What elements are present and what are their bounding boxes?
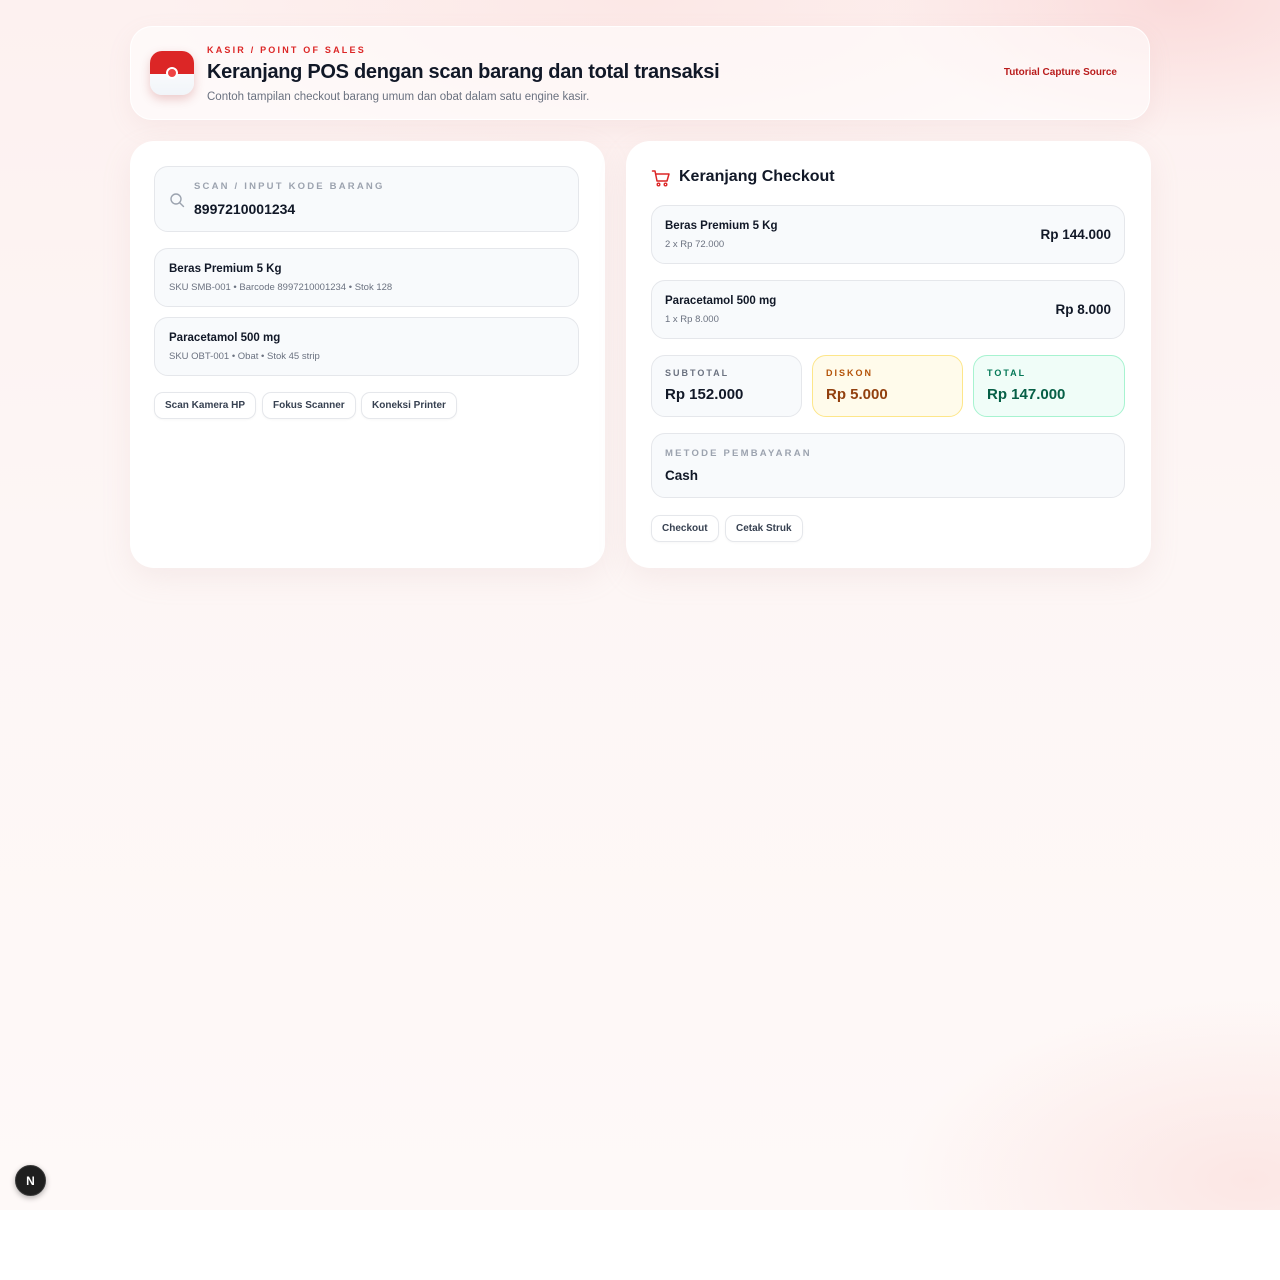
payment-method-value: Cash — [665, 468, 699, 483]
scan-camera-button[interactable]: Scan Kamera HP — [154, 392, 257, 419]
discount-label: DISKON — [826, 368, 874, 378]
payment-method-label: METODE PEMBAYARAN — [665, 448, 812, 459]
product-meta: SKU SMB-001 • Barcode 8997210001234 • St… — [169, 282, 393, 293]
cart-item[interactable]: Paracetamol 500 mg 1 x Rp 8.000 Rp 8.000 — [651, 280, 1125, 339]
scan-input-label: SCAN / INPUT KODE BARANG — [194, 181, 385, 192]
scan-input-value[interactable]: 8997210001234 — [194, 201, 295, 217]
tutorial-capture-source-link[interactable]: Tutorial Capture Source — [1004, 67, 1117, 78]
cart-item-name: Beras Premium 5 Kg — [665, 220, 778, 232]
focus-scanner-button[interactable]: Fokus Scanner — [262, 392, 356, 419]
subtotal-value: Rp 152.000 — [665, 386, 744, 403]
search-icon — [170, 193, 185, 208]
print-receipt-button[interactable]: Cetak Struk — [725, 515, 803, 542]
checkout-button[interactable]: Checkout — [651, 515, 719, 542]
product-item[interactable]: Beras Premium 5 Kg SKU SMB-001 • Barcode… — [154, 248, 579, 307]
page-header: KASIR / POINT OF SALES Keranjang POS den… — [130, 26, 1150, 120]
dev-tools-badge[interactable]: N — [15, 1165, 46, 1196]
cart-icon — [651, 170, 670, 187]
app-logo-icon — [150, 51, 194, 95]
payment-method-select[interactable]: METODE PEMBAYARAN Cash — [651, 433, 1125, 498]
cart-title: Keranjang Checkout — [679, 168, 835, 185]
checkout-panel: Keranjang Checkout Beras Premium 5 Kg 2 … — [626, 141, 1151, 568]
printer-connect-button[interactable]: Koneksi Printer — [361, 392, 457, 419]
cart-item-meta: 1 x Rp 8.000 — [665, 314, 719, 325]
cart-item-name: Paracetamol 500 mg — [665, 295, 777, 307]
total-card: TOTAL Rp 147.000 — [973, 355, 1125, 417]
discount-card: DISKON Rp 5.000 — [812, 355, 963, 417]
total-label: TOTAL — [987, 368, 1027, 378]
subtotal-label: SUBTOTAL — [665, 368, 730, 378]
page-title: Keranjang POS dengan scan barang dan tot… — [207, 61, 720, 83]
product-meta: SKU OBT-001 • Obat • Stok 45 strip — [169, 351, 320, 362]
cart-item-price: Rp 144.000 — [1040, 227, 1111, 242]
logo-dot — [166, 67, 178, 79]
cart-item-meta: 2 x Rp 72.000 — [665, 239, 725, 250]
cart-item-price: Rp 8.000 — [1055, 302, 1111, 317]
product-item[interactable]: Paracetamol 500 mg SKU OBT-001 • Obat • … — [154, 317, 579, 376]
page-subtitle: Contoh tampilan checkout barang umum dan… — [207, 91, 590, 103]
total-value: Rp 147.000 — [987, 386, 1066, 403]
product-name: Paracetamol 500 mg — [169, 332, 281, 344]
scan-panel: SCAN / INPUT KODE BARANG 8997210001234 B… — [130, 141, 605, 568]
cart-item[interactable]: Beras Premium 5 Kg 2 x Rp 72.000 Rp 144.… — [651, 205, 1125, 264]
product-name: Beras Premium 5 Kg — [169, 263, 282, 275]
scan-input[interactable]: SCAN / INPUT KODE BARANG 8997210001234 — [154, 166, 579, 232]
header-eyebrow: KASIR / POINT OF SALES — [207, 45, 366, 55]
discount-value: Rp 5.000 — [826, 386, 888, 403]
subtotal-card: SUBTOTAL Rp 152.000 — [651, 355, 802, 417]
